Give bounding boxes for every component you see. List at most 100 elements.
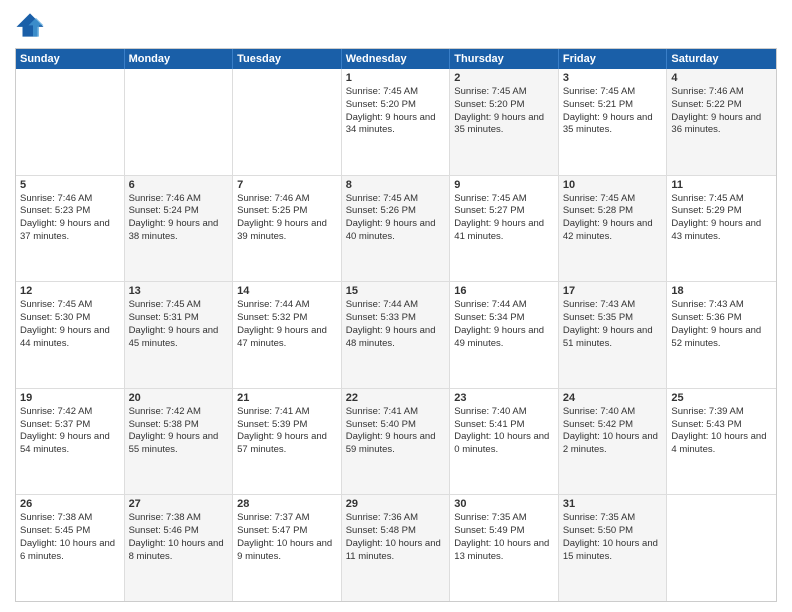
sunset-text: Sunset: 5:29 PM bbox=[671, 205, 772, 218]
sunrise-text: Sunrise: 7:37 AM bbox=[237, 512, 337, 525]
daylight-text: Daylight: 10 hours and 13 minutes. bbox=[454, 538, 554, 564]
sunrise-text: Sunrise: 7:44 AM bbox=[454, 299, 554, 312]
calendar-header-day: Wednesday bbox=[342, 49, 451, 69]
sunrise-text: Sunrise: 7:43 AM bbox=[563, 299, 663, 312]
logo bbox=[15, 10, 49, 40]
calendar-cell: 17Sunrise: 7:43 AMSunset: 5:35 PMDayligh… bbox=[559, 282, 668, 388]
day-number: 10 bbox=[563, 179, 663, 191]
day-number: 4 bbox=[671, 72, 772, 84]
sunrise-text: Sunrise: 7:44 AM bbox=[346, 299, 446, 312]
sunset-text: Sunset: 5:36 PM bbox=[671, 312, 772, 325]
calendar-cell: 8Sunrise: 7:45 AMSunset: 5:26 PMDaylight… bbox=[342, 176, 451, 282]
calendar-cell: 21Sunrise: 7:41 AMSunset: 5:39 PMDayligh… bbox=[233, 389, 342, 495]
sunset-text: Sunset: 5:45 PM bbox=[20, 525, 120, 538]
daylight-text: Daylight: 10 hours and 4 minutes. bbox=[671, 431, 772, 457]
calendar-cell bbox=[16, 69, 125, 175]
calendar-cell: 19Sunrise: 7:42 AMSunset: 5:37 PMDayligh… bbox=[16, 389, 125, 495]
calendar-cell: 28 Sunrise: 7:37 AMSunset: 5:47 PMDayligh… bbox=[233, 495, 342, 601]
sunset-text: Sunset: 5:47 PM bbox=[237, 525, 337, 538]
daylight-text: Daylight: 9 hours and 52 minutes. bbox=[671, 325, 772, 351]
calendar-cell: 6Sunrise: 7:46 AMSunset: 5:24 PMDaylight… bbox=[125, 176, 234, 282]
calendar-cell: 4Sunrise: 7:46 AMSunset: 5:22 PMDaylight… bbox=[667, 69, 776, 175]
sunrise-text: Sunrise: 7:45 AM bbox=[671, 193, 772, 206]
sunset-text: Sunset: 5:49 PM bbox=[454, 525, 554, 538]
daylight-text: Daylight: 10 hours and 15 minutes. bbox=[563, 538, 663, 564]
day-number: 7 bbox=[237, 179, 337, 191]
calendar-cell: 10Sunrise: 7:45 AMSunset: 5:28 PMDayligh… bbox=[559, 176, 668, 282]
sunset-text: Sunset: 5:26 PM bbox=[346, 205, 446, 218]
daylight-text: Daylight: 9 hours and 54 minutes. bbox=[20, 431, 120, 457]
calendar-cell: 16Sunrise: 7:44 AMSunset: 5:34 PMDayligh… bbox=[450, 282, 559, 388]
sunrise-text: Sunrise: 7:38 AM bbox=[129, 512, 229, 525]
daylight-text: Daylight: 9 hours and 42 minutes. bbox=[563, 218, 663, 244]
daylight-text: Daylight: 9 hours and 35 minutes. bbox=[454, 112, 554, 138]
page: SundayMondayTuesdayWednesdayThursdayFrid… bbox=[0, 0, 792, 612]
calendar-cell: 20Sunrise: 7:42 AMSunset: 5:38 PMDayligh… bbox=[125, 389, 234, 495]
calendar-header-day: Friday bbox=[559, 49, 668, 69]
day-number: 20 bbox=[129, 392, 229, 404]
calendar-cell: 29Sunrise: 7:36 AMSunset: 5:48 PMDayligh… bbox=[342, 495, 451, 601]
day-number: 8 bbox=[346, 179, 446, 191]
day-number: 3 bbox=[563, 72, 663, 84]
day-number: 28 bbox=[237, 498, 337, 510]
sunrise-text: Sunrise: 7:40 AM bbox=[563, 406, 663, 419]
calendar-cell: 14Sunrise: 7:44 AMSunset: 5:32 PMDayligh… bbox=[233, 282, 342, 388]
calendar-week: 12 Sunrise: 7:45 AM Sunset: 5:30 PM Dayligh… bbox=[16, 282, 776, 389]
sunset-text: Sunset: 5:34 PM bbox=[454, 312, 554, 325]
calendar-cell: 13Sunrise: 7:45 AMSunset: 5:31 PMDayligh… bbox=[125, 282, 234, 388]
sunrise-text: Sunrise: 7:40 AM bbox=[454, 406, 554, 419]
calendar-cell: 24Sunrise: 7:40 AMSunset: 5:42 PMDayligh… bbox=[559, 389, 668, 495]
calendar-cell: 18Sunrise: 7:43 AMSunset: 5:36 PMDayligh… bbox=[667, 282, 776, 388]
calendar-header-row: SundayMondayTuesdayWednesdayThursdayFrid… bbox=[16, 49, 776, 69]
day-number: 17 bbox=[563, 285, 663, 297]
daylight-text: Daylight: 9 hours and 43 minutes. bbox=[671, 218, 772, 244]
calendar: SundayMondayTuesdayWednesdayThursdayFrid… bbox=[15, 48, 777, 602]
day-number: 26 bbox=[20, 498, 120, 510]
daylight-text: Daylight: 9 hours and 36 minutes. bbox=[671, 112, 772, 138]
sunrise-text: Sunrise: 7:45 AM bbox=[346, 193, 446, 206]
calendar-cell: 22Sunrise: 7:41 AMSunset: 5:40 PMDayligh… bbox=[342, 389, 451, 495]
sunset-text: Sunset: 5:50 PM bbox=[563, 525, 663, 538]
sunset-text: Sunset: 5:30 PM bbox=[20, 312, 120, 325]
day-number: 30 bbox=[454, 498, 554, 510]
sunrise-text: Sunrise: 7:45 AM bbox=[346, 86, 446, 99]
logo-icon bbox=[15, 10, 45, 40]
sunset-text: Sunset: 5:32 PM bbox=[237, 312, 337, 325]
daylight-text: Daylight: 9 hours and 49 minutes. bbox=[454, 325, 554, 351]
day-number: 12 bbox=[20, 285, 120, 297]
sunrise-text: Sunrise: 7:45 AM bbox=[129, 299, 229, 312]
day-number: 31 bbox=[563, 498, 663, 510]
calendar-cell: 3Sunrise: 7:45 AMSunset: 5:21 PMDaylight… bbox=[559, 69, 668, 175]
daylight-text: Daylight: 10 hours and 9 minutes. bbox=[237, 538, 337, 564]
day-number: 23 bbox=[454, 392, 554, 404]
calendar-cell: 11Sunrise: 7:45 AMSunset: 5:29 PMDayligh… bbox=[667, 176, 776, 282]
daylight-text: Daylight: 10 hours and 8 minutes. bbox=[129, 538, 229, 564]
calendar-cell: 25Sunrise: 7:39 AMSunset: 5:43 PMDayligh… bbox=[667, 389, 776, 495]
calendar-cell: 2Sunrise: 7:45 AMSunset: 5:20 PMDaylight… bbox=[450, 69, 559, 175]
sunrise-text: Sunrise: 7:46 AM bbox=[237, 193, 337, 206]
calendar-cell bbox=[233, 69, 342, 175]
day-number: 19 bbox=[20, 392, 120, 404]
sunrise-text: Sunrise: 7:46 AM bbox=[671, 86, 772, 99]
calendar-header-day: Thursday bbox=[450, 49, 559, 69]
calendar-cell: 27Sunrise: 7:38 AMSunset: 5:46 PMDayligh… bbox=[125, 495, 234, 601]
sunrise-text: Sunrise: 7:43 AM bbox=[671, 299, 772, 312]
sunset-text: Sunset: 5:27 PM bbox=[454, 205, 554, 218]
sunrise-text: Sunrise: 7:39 AM bbox=[671, 406, 772, 419]
day-number: 5 bbox=[20, 179, 120, 191]
sunset-text: Sunset: 5:48 PM bbox=[346, 525, 446, 538]
calendar-header-day: Tuesday bbox=[233, 49, 342, 69]
sunset-text: Sunset: 5:38 PM bbox=[129, 419, 229, 432]
daylight-text: Daylight: 9 hours and 48 minutes. bbox=[346, 325, 446, 351]
calendar-cell: 7Sunrise: 7:46 AMSunset: 5:25 PMDaylight… bbox=[233, 176, 342, 282]
sunset-text: Sunset: 5:20 PM bbox=[454, 99, 554, 112]
sunset-text: Sunset: 5:24 PM bbox=[129, 205, 229, 218]
sunrise-text: Sunrise: 7:42 AM bbox=[129, 406, 229, 419]
sunset-text: Sunset: 5:39 PM bbox=[237, 419, 337, 432]
day-number: 24 bbox=[563, 392, 663, 404]
sunrise-text: Sunrise: 7:46 AM bbox=[20, 193, 120, 206]
daylight-text: Daylight: 10 hours and 0 minutes. bbox=[454, 431, 554, 457]
sunset-text: Sunset: 5:21 PM bbox=[563, 99, 663, 112]
day-number: 15 bbox=[346, 285, 446, 297]
sunrise-text: Sunrise: 7:42 AM bbox=[20, 406, 120, 419]
